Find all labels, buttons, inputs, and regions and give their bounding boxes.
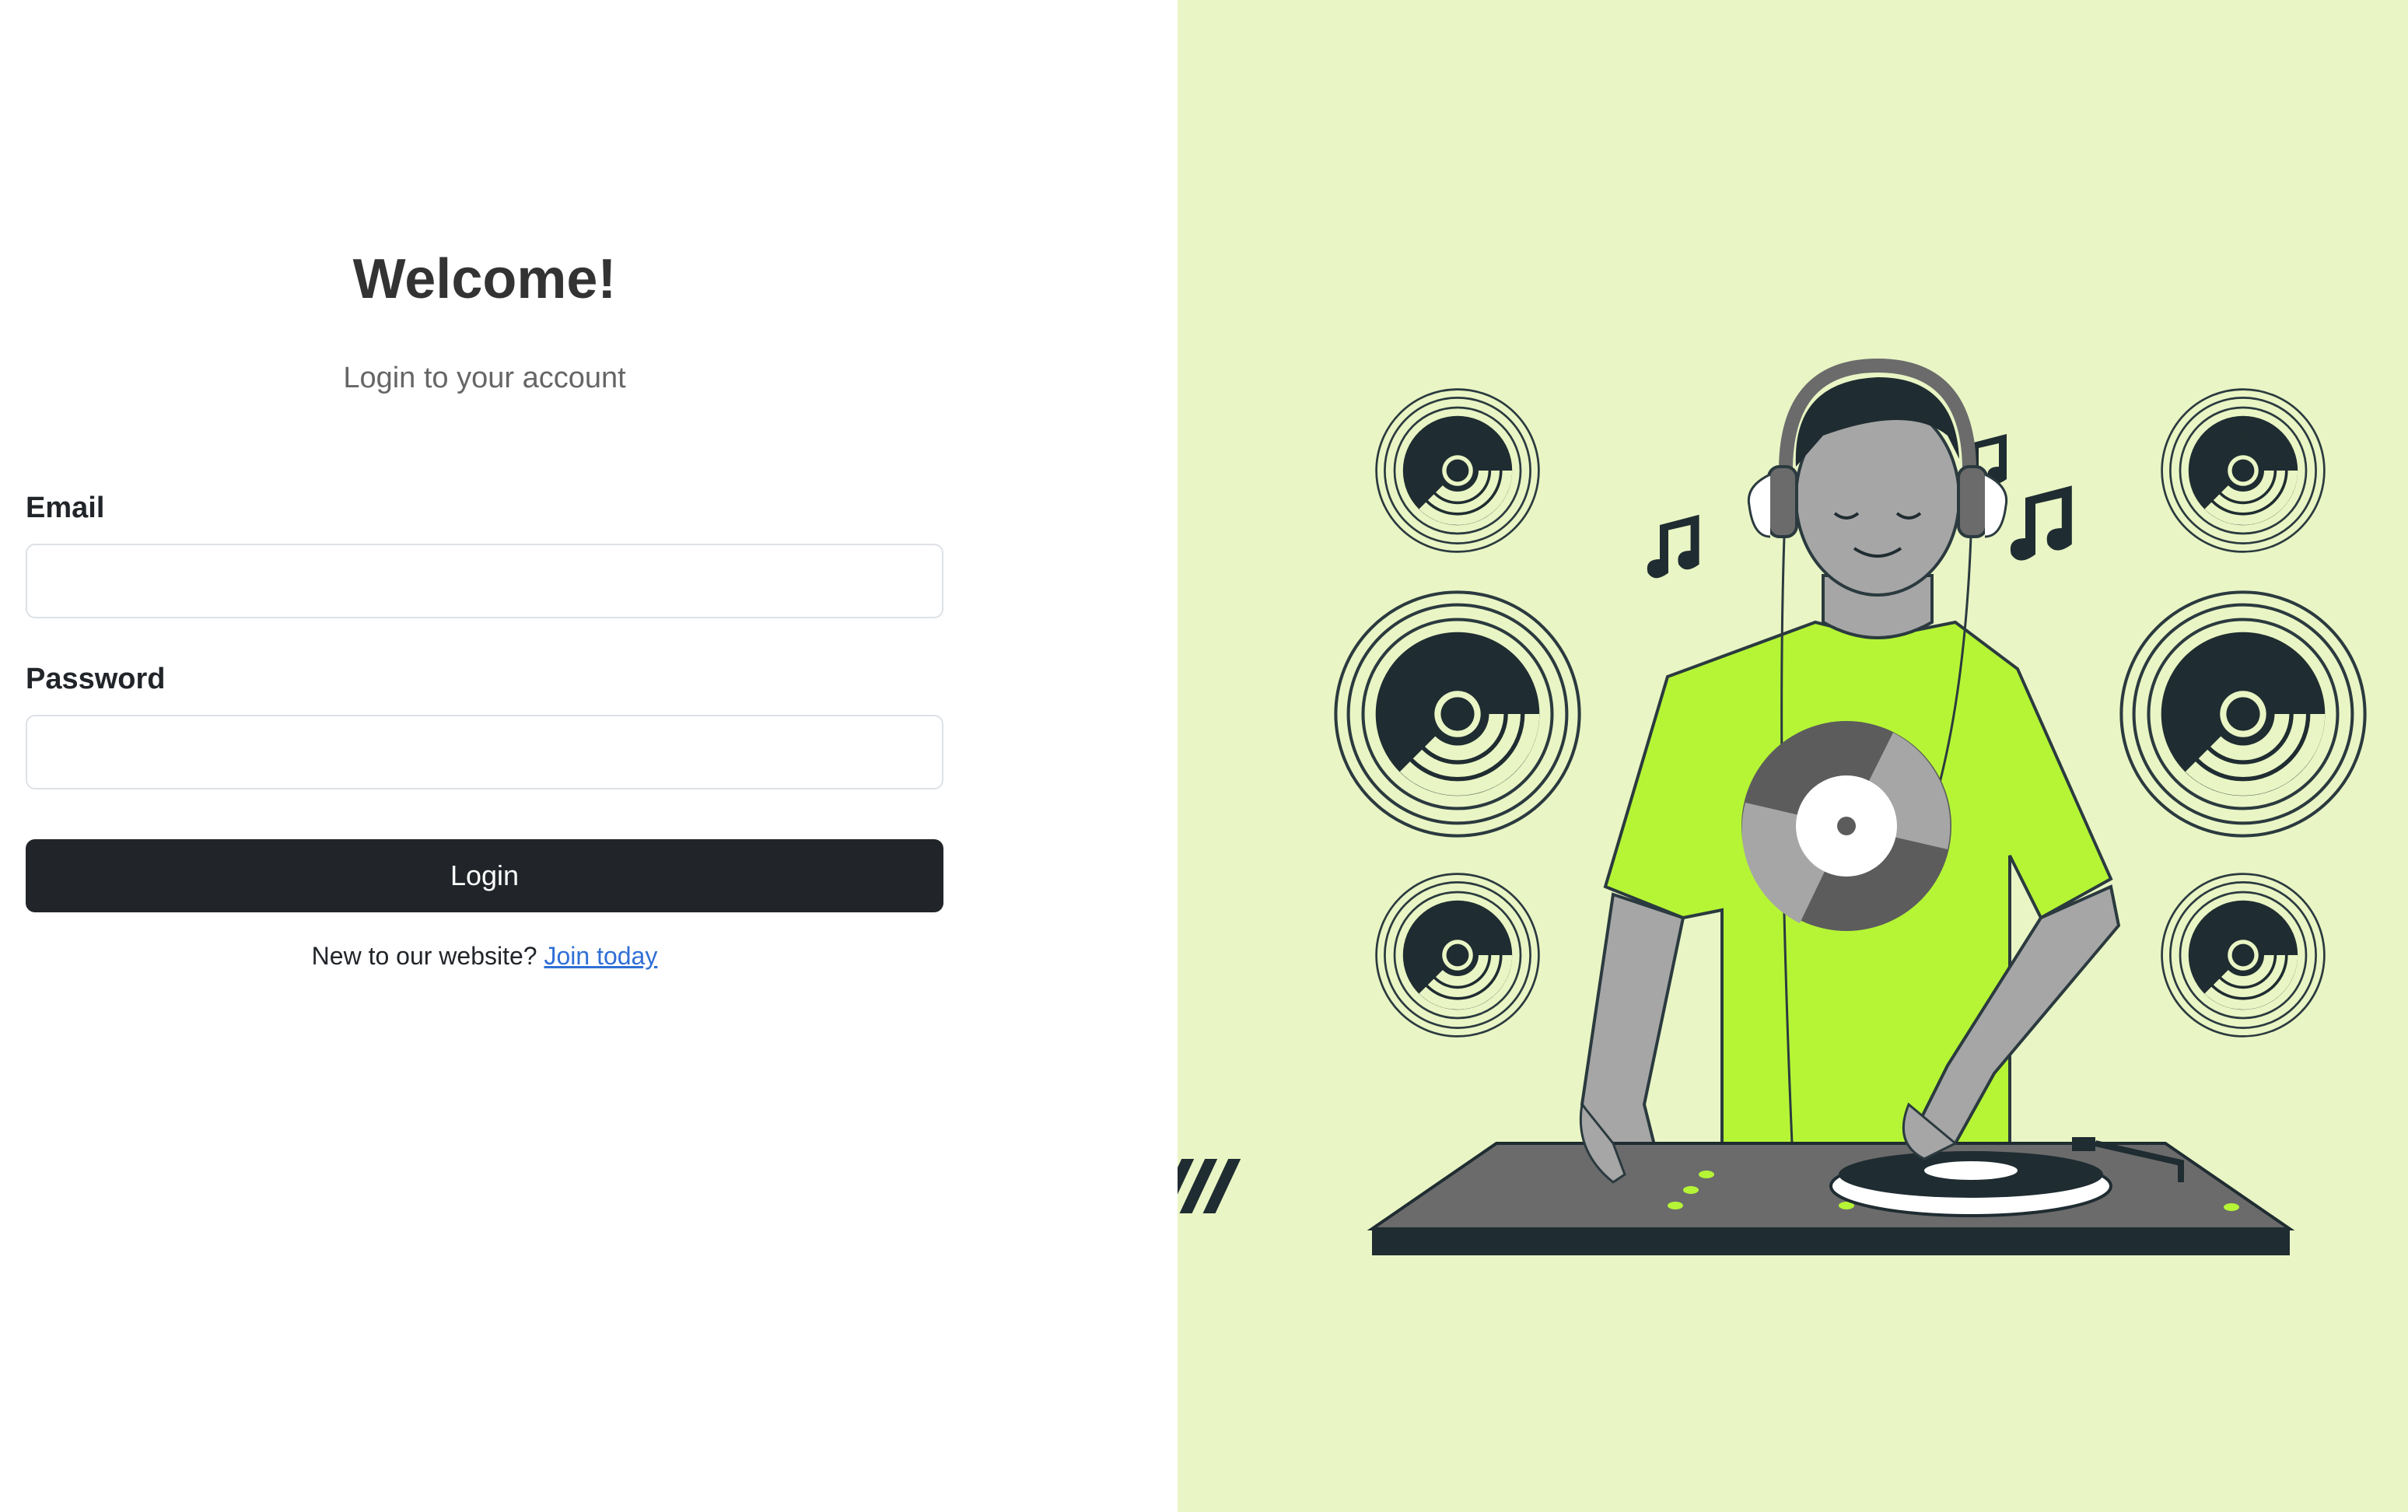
login-button[interactable]: Login [26, 839, 943, 912]
dj-illustration [1178, 358, 2408, 1255]
join-today-link[interactable]: Join today [544, 942, 657, 970]
login-panel: Welcome! Login to your account Email Pas… [0, 0, 1178, 1512]
speaker-icon [2160, 387, 2326, 554]
music-note-icon [2010, 485, 2072, 561]
vinyl-record-icon [1741, 721, 1951, 931]
signup-prompt-text: New to our website? [311, 942, 537, 970]
email-label: Email [26, 492, 105, 524]
page-subtitle: Login to your account [343, 362, 626, 394]
email-field[interactable] [26, 544, 943, 618]
speaker-icon [1374, 387, 1541, 554]
password-field[interactable] [26, 715, 943, 789]
illustration-panel [1178, 0, 2408, 1512]
page-title: Welcome! [352, 248, 617, 310]
speaker-icon [2160, 872, 2326, 1038]
speaker-icon [1335, 592, 1579, 835]
password-label: Password [26, 663, 166, 695]
signup-prompt: New to our website? Join today [0, 941, 969, 971]
speaker-icon [1374, 872, 1541, 1038]
speaker-icon [2121, 592, 2364, 835]
music-note-icon [1647, 514, 1699, 579]
